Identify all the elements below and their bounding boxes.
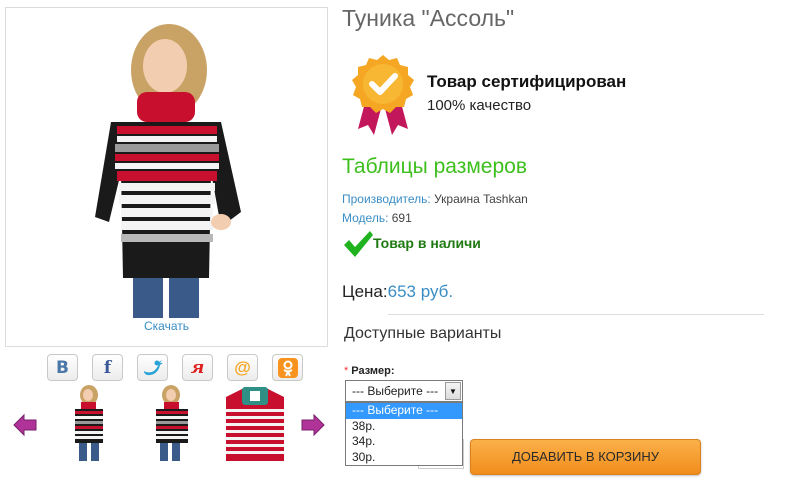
size-dropdown-list: --- Выберите --- 38р. 34р. 30р. xyxy=(345,402,463,466)
size-option[interactable]: --- Выберите --- xyxy=(346,403,462,419)
size-label-text: Размер: xyxy=(351,365,395,377)
main-product-image-box: Скачать xyxy=(5,7,328,347)
facebook-icon[interactable]: f xyxy=(92,354,123,381)
model-label: Модель: xyxy=(342,211,389,225)
price-label: Цена: xyxy=(342,282,388,301)
certified-badge-icon xyxy=(352,55,414,135)
yaru-icon[interactable]: я xyxy=(182,354,213,381)
add-to-cart-button[interactable]: ДОБАВИТЬ В КОРЗИНУ xyxy=(470,439,701,475)
size-label: * Размер: xyxy=(344,365,395,377)
variants-title: Доступные варианты xyxy=(344,325,502,342)
stock-status: Товар в наличи xyxy=(373,235,481,251)
manufacturer-label[interactable]: Производитель: xyxy=(342,192,431,206)
twitter-icon[interactable] xyxy=(137,354,168,381)
certified-subtitle: 100% качество xyxy=(427,97,532,114)
vk-icon[interactable]: В xyxy=(47,354,78,381)
size-select-value: --- Выберите --- xyxy=(352,384,439,398)
manufacturer-line: Производитель: Украина Tashkan xyxy=(342,192,528,206)
checkmark-icon xyxy=(344,231,373,257)
prev-arrow-icon[interactable] xyxy=(12,413,38,437)
mailru-icon[interactable]: @ xyxy=(227,354,258,381)
size-option[interactable]: 34р. xyxy=(346,434,462,450)
required-marker: * xyxy=(344,365,349,377)
divider xyxy=(388,314,764,315)
product-photo[interactable] xyxy=(81,22,261,318)
product-title: Туника "Ассоль" xyxy=(342,5,515,31)
size-option[interactable]: 30р. xyxy=(346,450,462,466)
certified-title: Товар сертифицирован xyxy=(427,72,627,91)
price-value: 653 руб. xyxy=(387,282,454,301)
thumbnail-3[interactable] xyxy=(220,385,290,463)
dropdown-arrow-icon[interactable]: ▼ xyxy=(445,382,461,400)
social-share-row: В f я @ xyxy=(47,354,303,381)
odnoklassniki-icon[interactable] xyxy=(272,354,303,381)
price-line: Цена:653 руб. xyxy=(342,282,453,302)
thumbnail-2[interactable] xyxy=(138,385,208,463)
size-select[interactable]: --- Выберите --- ▼ xyxy=(345,380,463,402)
size-tables-link[interactable]: Таблицы размеров xyxy=(342,155,527,179)
download-link[interactable]: Скачать xyxy=(6,319,327,333)
next-arrow-icon[interactable] xyxy=(300,413,326,437)
size-option[interactable]: 38р. xyxy=(346,419,462,435)
manufacturer-value: Украина Tashkan xyxy=(430,192,528,206)
model-value: 691 xyxy=(388,211,412,225)
thumbnail-1[interactable] xyxy=(53,385,123,463)
model-line: Модель: 691 xyxy=(342,211,412,225)
